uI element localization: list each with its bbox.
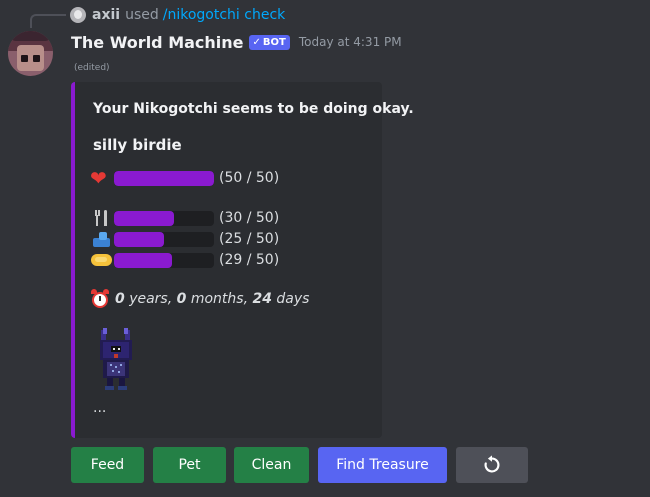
soap-icon xyxy=(90,250,114,270)
health-bar xyxy=(114,170,214,186)
stat-cleanliness: (25 / 50) xyxy=(90,229,279,249)
author-name[interactable]: The World Machine xyxy=(71,33,244,52)
happiness-value: (29 / 50) xyxy=(219,252,280,268)
stat-hunger: (30 / 50) xyxy=(90,208,279,228)
verified-check-icon: ✓ xyxy=(252,36,261,48)
age-years-label: years, xyxy=(129,291,173,307)
nikogotchi-sprite xyxy=(100,328,132,390)
feed-button[interactable]: Feed xyxy=(71,447,144,483)
clean-button[interactable]: Clean xyxy=(234,447,309,483)
nikogotchi-name: silly birdie xyxy=(93,136,182,154)
heart-icon: ❤ xyxy=(90,166,107,190)
embed-footer: ... xyxy=(93,400,107,416)
command-used-text: used xyxy=(125,7,159,23)
bath-icon xyxy=(90,229,114,249)
bot-tag-label: BOT xyxy=(262,36,286,48)
cleanliness-value: (25 / 50) xyxy=(219,231,280,247)
health-value: (50 / 50) xyxy=(219,170,280,186)
timestamp[interactable]: Today at 4:31 PM xyxy=(299,35,402,49)
age-days-label: days xyxy=(276,291,310,307)
bot-tag: ✓ BOT xyxy=(248,34,290,50)
age-line: 0 years, 0 months, 24 days xyxy=(90,289,309,309)
message: axii used /nikogotchi check The World Ma… xyxy=(0,0,650,497)
hunger-value: (30 / 50) xyxy=(219,210,280,226)
user-avatar-small[interactable] xyxy=(70,7,86,23)
happiness-bar xyxy=(114,252,214,268)
command-name[interactable]: /nikogotchi check xyxy=(163,7,286,23)
cleanliness-bar xyxy=(114,231,214,247)
fork-and-knife-icon xyxy=(90,208,114,228)
age-months-label: months, xyxy=(190,291,249,307)
hunger-bar xyxy=(114,210,214,226)
reply-connector xyxy=(30,14,66,28)
stat-happiness: (29 / 50) xyxy=(90,250,279,270)
edited-label: (edited) xyxy=(74,63,110,73)
age-days: 24 xyxy=(252,291,272,307)
alarm-clock-icon xyxy=(90,289,112,309)
refresh-icon xyxy=(484,455,500,473)
bot-avatar[interactable] xyxy=(8,31,53,76)
pet-button[interactable]: Pet xyxy=(153,447,226,483)
embed: Your Nikogotchi seems to be doing okay. … xyxy=(71,82,414,438)
message-header: The World Machine ✓ BOT Today at 4:31 PM xyxy=(71,31,402,53)
command-user[interactable]: axii xyxy=(92,7,120,23)
stat-health: ❤ (50 / 50) xyxy=(90,168,279,188)
command-reply[interactable]: axii used /nikogotchi check xyxy=(70,5,285,25)
age-years: 0 xyxy=(115,291,125,307)
refresh-button[interactable] xyxy=(456,447,528,483)
find-treasure-button[interactable]: Find Treasure xyxy=(318,447,447,483)
embed-description: Your Nikogotchi seems to be doing okay. xyxy=(93,101,414,117)
age-months: 0 xyxy=(176,291,187,307)
